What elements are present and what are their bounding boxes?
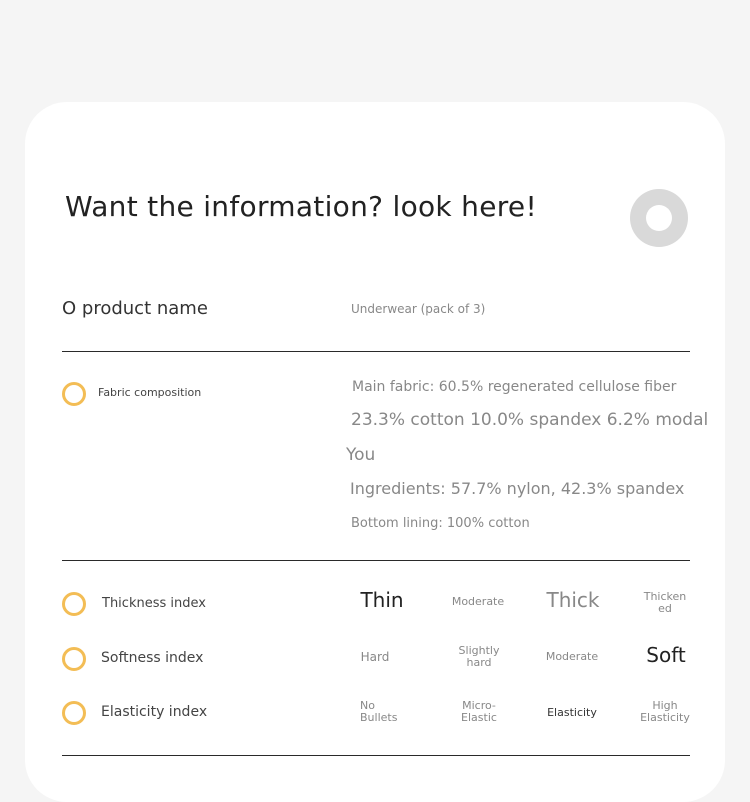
product-name-value: Underwear (pack of 3): [351, 302, 486, 316]
divider: [62, 560, 690, 561]
fabric-line: Main fabric: 60.5% regenerated cellulose…: [352, 379, 677, 395]
softness-level-hard: Hard: [360, 650, 390, 664]
divider: [62, 351, 690, 352]
softness-label: Softness index: [101, 650, 204, 666]
softness-level-moderate: Moderate: [545, 650, 599, 663]
elasticity-level-no-bullets: No Bullets: [360, 699, 398, 724]
fabric-line: You: [346, 445, 376, 465]
fabric-line: 23.3% cotton 10.0% spandex 6.2% modal: [351, 410, 709, 430]
elasticity-label: Elasticity index: [101, 704, 208, 720]
softness-level-soft: Soft: [646, 643, 686, 667]
elasticity-level-elasticity: Elasticity: [547, 706, 597, 719]
circle-icon: [62, 382, 86, 406]
product-name-label: O product name: [62, 298, 208, 319]
page-title: Want the information? look here!: [65, 190, 537, 223]
thickness-level-thickened: Thickened: [643, 590, 687, 615]
circle-icon: [62, 701, 86, 725]
fabric-label: Fabric composition: [98, 386, 202, 399]
elasticity-level-high-elasticity: High Elasticity: [640, 699, 690, 724]
fabric-line: Ingredients: 57.7% nylon, 42.3% spandex: [350, 479, 685, 498]
ring-icon: [630, 189, 688, 247]
circle-icon: [62, 592, 86, 616]
thickness-level-moderate: Moderate: [451, 595, 505, 608]
elasticity-level-micro-elastic: Micro-Elastic: [461, 699, 497, 724]
thickness-label: Thickness index: [102, 596, 206, 611]
thickness-level-thin: Thin: [360, 588, 404, 612]
softness-level-slightly-hard: Slightly hard: [458, 644, 500, 669]
circle-icon: [62, 647, 86, 671]
thickness-level-thick: Thick: [546, 588, 600, 612]
fabric-line: Bottom lining: 100% cotton: [351, 516, 530, 531]
